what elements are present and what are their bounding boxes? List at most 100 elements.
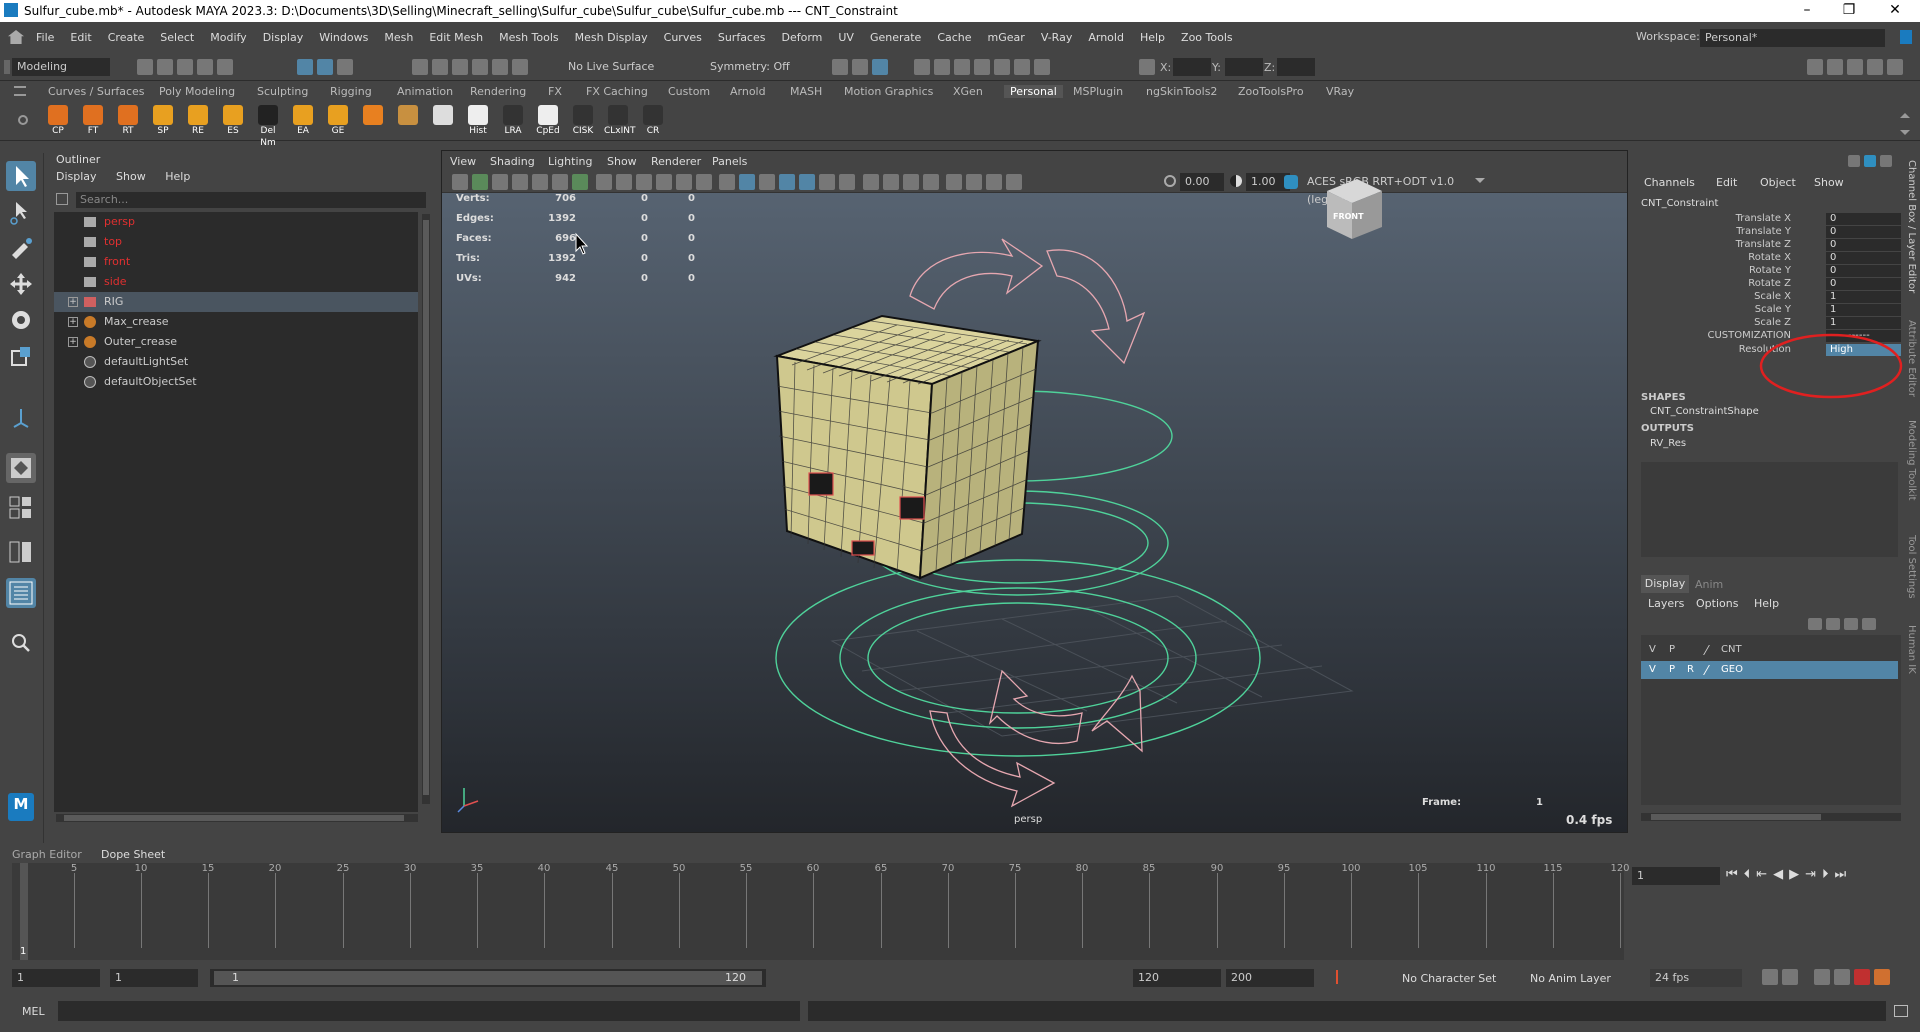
menu-set-select[interactable]: Modeling — [12, 58, 110, 76]
shelf-tab-poly-modeling[interactable]: Poly Modeling — [159, 85, 235, 98]
outliner-layout-icon[interactable] — [6, 578, 36, 608]
move-layer-down-icon[interactable] — [1826, 618, 1840, 630]
four-view-layout-icon[interactable] — [6, 493, 36, 523]
undo-icon[interactable] — [197, 59, 213, 75]
layer-reference-toggle[interactable]: R — [1687, 661, 1694, 679]
outliner-item-max-crease[interactable]: + Max_crease — [54, 312, 418, 332]
shelf-tab-personal[interactable]: Personal — [1004, 85, 1063, 98]
snap-magnet-icon[interactable] — [512, 59, 528, 75]
layer-tab-display[interactable]: Display — [1641, 575, 1689, 593]
layer-color-icon[interactable] — [1703, 645, 1719, 655]
outliner-menu-display[interactable]: Display — [56, 170, 97, 183]
open-scene-icon[interactable] — [157, 59, 173, 75]
output-ops-icon[interactable] — [872, 59, 888, 75]
expand-icon[interactable] — [1880, 155, 1892, 167]
shelf-tab-animation[interactable]: Animation — [397, 85, 453, 98]
layer-name[interactable]: CNT — [1721, 641, 1742, 659]
menu-edit[interactable]: Edit — [62, 22, 99, 54]
preferences-icon[interactable] — [1874, 969, 1890, 985]
outliner-vertical-scrollbar[interactable] — [422, 214, 430, 804]
shelf-menu-icon[interactable] — [14, 86, 26, 96]
character-controls-icon[interactable] — [1827, 59, 1843, 75]
snap-point-icon[interactable] — [452, 59, 468, 75]
animation-end-field[interactable]: 200 — [1226, 969, 1314, 987]
last-tool-icon[interactable] — [6, 403, 36, 433]
rotate-tool-icon[interactable] — [6, 305, 36, 335]
shelf-tab-msplugin[interactable]: MSPlugin — [1073, 85, 1123, 98]
attr-value[interactable]: 1 — [1826, 291, 1901, 303]
attr-scale-y[interactable]: Scale Y 1 — [1636, 304, 1901, 317]
modeling-toolkit-icon[interactable] — [1807, 59, 1823, 75]
menu-mesh[interactable]: Mesh — [376, 22, 421, 54]
side-tab-attribute-editor[interactable]: Attribute Editor — [1906, 320, 1917, 397]
tab-dope-sheet[interactable]: Dope Sheet — [101, 848, 165, 861]
layer-name[interactable]: GEO — [1721, 661, 1743, 679]
go-to-end-icon[interactable]: ⏭ — [1835, 867, 1853, 882]
side-tab-human-ik[interactable]: Human IK — [1906, 625, 1917, 674]
attr-translate-z[interactable]: Translate Z 0 — [1636, 239, 1901, 252]
layer-tab-anim[interactable]: Anim — [1695, 578, 1723, 591]
shelf-tab-motion-graphics[interactable]: Motion Graphics — [844, 85, 933, 98]
attr-value[interactable]: 0 — [1826, 252, 1901, 264]
shelf-tab-fx-caching[interactable]: FX Caching — [586, 85, 648, 98]
menu-select[interactable]: Select — [152, 22, 202, 54]
maximize-icon[interactable]: ❐ — [1834, 2, 1864, 18]
shelf-button-cp[interactable]: CP — [44, 105, 72, 139]
shelf-button-rt[interactable]: RT — [114, 105, 142, 139]
snap-curve-icon[interactable] — [432, 59, 448, 75]
menu-curves[interactable]: Curves — [656, 22, 710, 54]
shelf-button-hist[interactable]: Hist — [464, 105, 492, 139]
shelf-tab-xgen[interactable]: XGen — [953, 85, 983, 98]
attr-scale-x[interactable]: Scale X 1 — [1636, 291, 1901, 304]
channel-box-icon[interactable] — [1887, 59, 1903, 75]
channelbox-menu-show[interactable]: Show — [1814, 176, 1844, 189]
expand-icon[interactable]: + — [68, 337, 78, 347]
outliner-item-side[interactable]: side — [54, 272, 418, 292]
outliner-item-rig[interactable]: + RIG — [54, 292, 418, 312]
lock-icon[interactable] — [1900, 30, 1912, 44]
time-slider[interactable]: 1 5 10 15 20 25 30 35 40 45 50 55 60 65 70 75 80 85 90 95 1… — [12, 863, 1630, 960]
outliner-menu-show[interactable]: Show — [116, 170, 146, 183]
layer-menu-help[interactable]: Help — [1754, 597, 1779, 610]
attribute-editor-icon[interactable] — [1847, 59, 1863, 75]
menu-mesh-tools[interactable]: Mesh Tools — [491, 22, 567, 54]
shelf-button-lra[interactable]: LRA — [499, 105, 527, 139]
shelf-button-tool-10[interactable] — [394, 105, 422, 139]
range-slider[interactable]: 1 120 — [210, 969, 766, 987]
layer-visibility-toggle[interactable]: V — [1649, 641, 1656, 659]
shelf-scroll-up-icon[interactable] — [1900, 108, 1910, 118]
layer-menu-options[interactable]: Options — [1696, 597, 1738, 610]
snap-grid-icon[interactable] — [412, 59, 428, 75]
shelf-tab-fx[interactable]: FX — [548, 85, 562, 98]
outliner-item-default-object-set[interactable]: defaultObjectSet — [54, 372, 418, 392]
save-scene-icon[interactable] — [177, 59, 193, 75]
close-icon[interactable]: ✕ — [1880, 2, 1910, 18]
hypershade-icon[interactable] — [993, 59, 1010, 75]
expand-icon[interactable]: + — [68, 297, 78, 307]
new-layer-from-selection-icon[interactable] — [1862, 618, 1876, 630]
layer-row-cnt[interactable]: V P CNT — [1641, 641, 1898, 659]
shelf-button-ft[interactable]: FT — [79, 105, 107, 139]
anim-layer-select[interactable]: No Anim Layer — [1530, 972, 1611, 985]
scale-tool-icon[interactable] — [6, 341, 36, 371]
home-icon[interactable] — [8, 30, 24, 44]
menu-create[interactable]: Create — [100, 22, 153, 54]
menu-arnold[interactable]: Arnold — [1080, 22, 1132, 54]
menu-cache[interactable]: Cache — [929, 22, 979, 54]
play-backwards-icon[interactable]: ◀ — [1773, 867, 1789, 882]
command-language-label[interactable]: MEL — [22, 1005, 45, 1018]
shape-node[interactable]: CNT_ConstraintShape — [1650, 406, 1759, 417]
menu-uv[interactable]: UV — [830, 22, 862, 54]
shelf-tab-sculpting[interactable]: Sculpting — [257, 85, 308, 98]
symmetry-select[interactable]: Symmetry: Off — [705, 58, 805, 76]
shelf-button-del-nm[interactable]: Del Nm — [254, 105, 282, 148]
select-component-icon[interactable] — [337, 59, 353, 75]
play-forwards-icon[interactable]: ▶ — [1789, 867, 1805, 882]
outliner-item-outer-crease[interactable]: + Outer_crease — [54, 332, 418, 352]
lock-channels-icon[interactable] — [1848, 155, 1860, 167]
move-layer-up-icon[interactable] — [1808, 618, 1822, 630]
ipr-render-icon[interactable] — [953, 59, 970, 75]
input-ops-icon[interactable] — [852, 59, 868, 75]
attr-value[interactable]: 0 — [1826, 226, 1901, 238]
shelf-tab-curves-surfaces[interactable]: Curves / Surfaces — [48, 85, 145, 98]
